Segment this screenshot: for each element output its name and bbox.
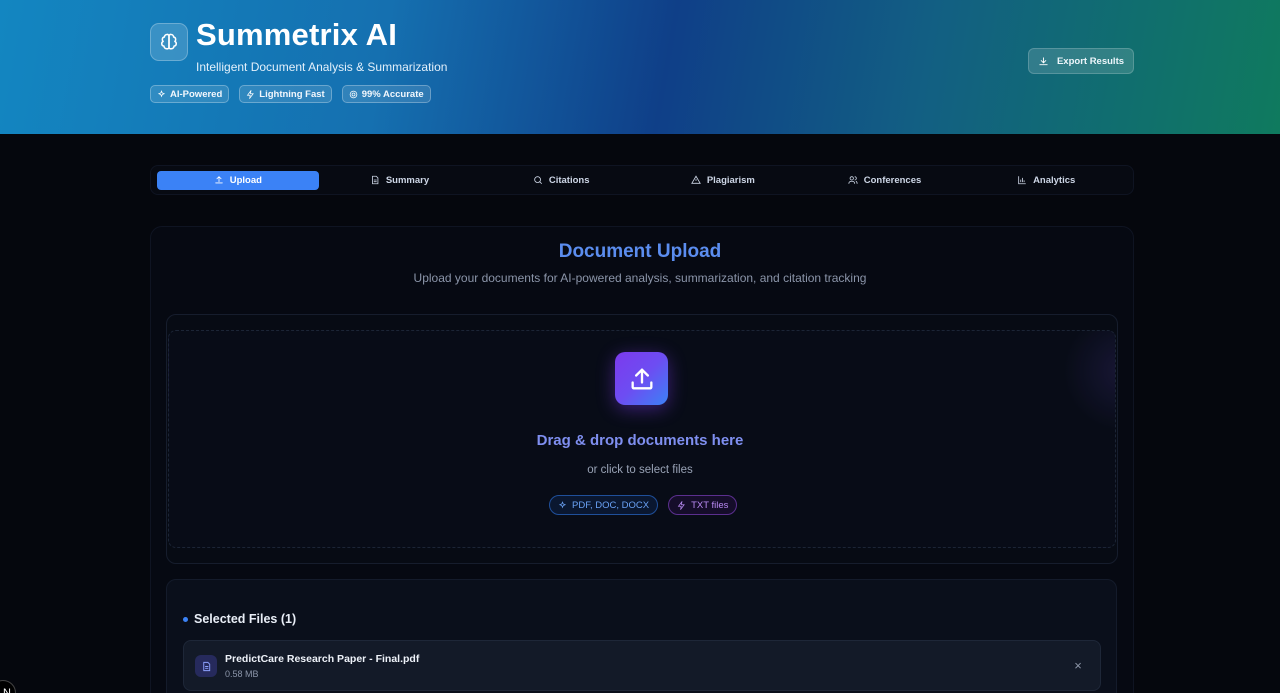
pill-label: PDF, DOC, DOCX (572, 499, 650, 511)
badge-lightning-fast: Lightning Fast (239, 85, 332, 103)
file-size: 0.58 MB (225, 669, 259, 679)
download-icon (1039, 56, 1048, 65)
file-row: PredictCare Research Paper - Final.pdf 0… (183, 640, 1101, 691)
zap-icon (247, 89, 255, 99)
badge-accurate: 99% Accurate (341, 85, 431, 103)
tab-bar: Upload Summary Citations Plagiarism Conf… (150, 165, 1134, 195)
dropzone-upload-button[interactable] (615, 352, 668, 405)
badge-ai-powered: AI-Powered (150, 85, 230, 103)
alert-triangle-icon (690, 175, 701, 184)
file-text-icon (371, 175, 379, 185)
zap-icon (677, 500, 685, 510)
pill-pdf-doc: PDF, DOC, DOCX (549, 495, 659, 515)
pill-txt: TXT files (668, 495, 738, 515)
selected-files-title: Selected Files (1) (194, 612, 297, 626)
tab-upload[interactable]: Upload (157, 170, 319, 190)
tab-analytics[interactable]: Analytics (965, 171, 1127, 190)
tab-summary[interactable]: Summary (319, 171, 481, 190)
file-type-pills: PDF, DOC, DOCX TXT files (549, 495, 738, 515)
badge-label: 99% Accurate (361, 88, 424, 100)
badge-label: Lightning Fast (259, 88, 325, 100)
logo (150, 23, 188, 61)
upload-icon (214, 176, 223, 184)
tab-label: Upload (229, 174, 262, 186)
users-icon (848, 176, 858, 184)
target-icon (349, 90, 357, 98)
tab-plagiarism[interactable]: Plagiarism (642, 171, 804, 190)
selected-files-heading: Selected Files (1) (183, 612, 296, 626)
dropzone-subtitle: or click to select files (587, 464, 693, 476)
bar-chart-icon (1018, 176, 1026, 185)
document-icon (195, 655, 217, 677)
export-results-button[interactable]: Export Results (1028, 48, 1134, 74)
bullet-dot (183, 616, 188, 622)
remove-file-button[interactable]: × (1070, 657, 1086, 673)
app-title: Summetrix AI (196, 17, 398, 52)
tab-conferences[interactable]: Conferences (804, 171, 966, 190)
framework-badge[interactable]: N (0, 680, 16, 693)
page-subtitle: Upload your documents for AI-powered ana… (413, 271, 867, 285)
file-name: PredictCare Research Paper - Final.pdf (225, 653, 420, 665)
tab-label: Conferences (863, 174, 922, 186)
dropzone-title: Drag & drop documents here (536, 432, 744, 449)
sparkles-icon (157, 89, 166, 97)
search-icon (534, 176, 542, 185)
tab-citations[interactable]: Citations (480, 171, 642, 190)
badge-label: AI-Powered (170, 88, 223, 100)
sparkles-icon (558, 500, 567, 508)
tab-label: Summary (385, 174, 430, 186)
tab-label: Analytics (1033, 174, 1076, 186)
tab-label: Plagiarism (706, 174, 755, 186)
pill-label: TXT files (691, 499, 729, 511)
brain-icon (161, 33, 177, 50)
tab-label: Citations (548, 174, 590, 186)
app-subtitle: Intelligent Document Analysis & Summariz… (196, 60, 448, 74)
app-header: Summetrix AI Intelligent Document Analys… (0, 0, 1280, 134)
feature-badges: AI-Powered Lightning Fast 99% Accurate (150, 85, 431, 103)
export-label: Export Results (1056, 55, 1125, 67)
page-title: Document Upload (558, 241, 722, 262)
upload-icon (631, 368, 652, 389)
